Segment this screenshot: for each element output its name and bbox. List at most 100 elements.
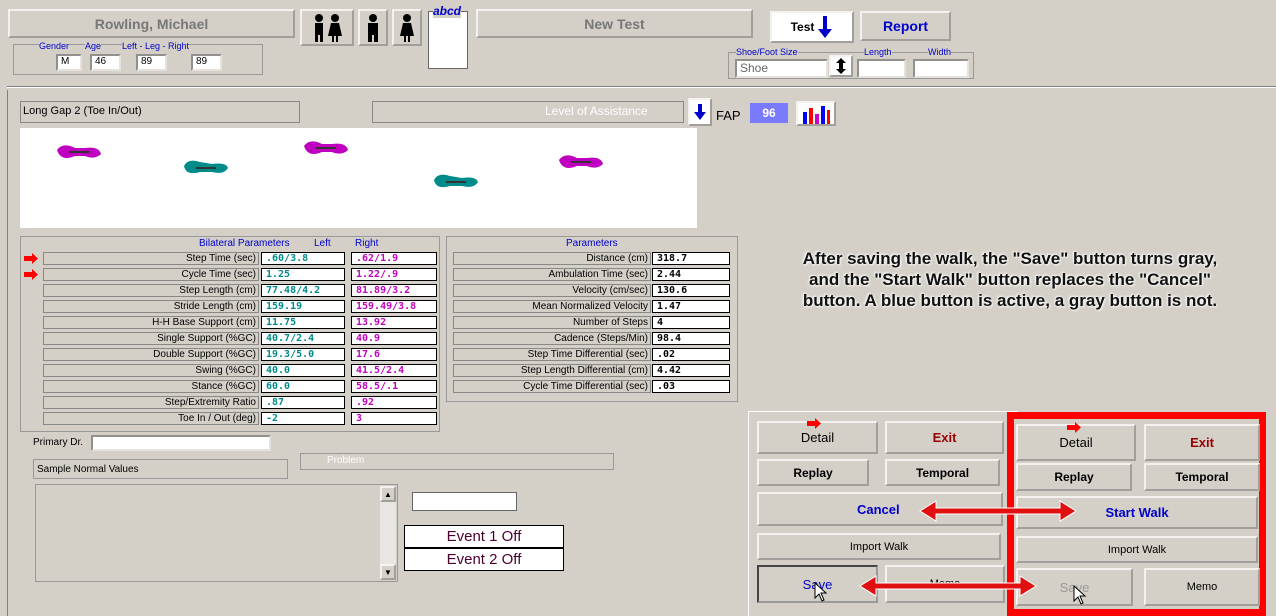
marker-arrow-icon bbox=[24, 269, 38, 280]
bilateral-label: Stride Length (cm) bbox=[43, 300, 259, 313]
parameter-value: 4 bbox=[652, 316, 730, 329]
parameter-value: .03 bbox=[652, 380, 730, 393]
footprint-left-icon bbox=[304, 141, 348, 154]
double-arrow-icon bbox=[919, 500, 1077, 522]
bilateral-label: Cycle Time (sec) bbox=[43, 268, 259, 281]
right-leg-field[interactable]: 89 bbox=[191, 54, 222, 71]
detail-label: Detail bbox=[800, 430, 835, 445]
import-walk-button-after[interactable]: Import Walk bbox=[1016, 536, 1258, 563]
notes-area[interactable] bbox=[35, 484, 398, 582]
parameter-value: .02 bbox=[652, 348, 730, 361]
woman-icon bbox=[400, 13, 414, 42]
bilateral-label: H-H Base Support (cm) bbox=[43, 316, 259, 329]
left-header: Left bbox=[314, 238, 331, 249]
bilateral-label: Toe In / Out (deg) bbox=[43, 412, 259, 425]
assistance-dropdown[interactable] bbox=[688, 98, 712, 126]
bilateral-label: Step Time (sec) bbox=[43, 252, 259, 265]
left-value: 159.19 bbox=[261, 300, 345, 313]
right-value: 1.22/.9 bbox=[351, 268, 437, 281]
event-input[interactable] bbox=[412, 492, 517, 511]
event1-box[interactable]: Event 1 Off bbox=[404, 525, 564, 548]
parameter-label: Step Time Differential (sec) bbox=[453, 348, 651, 361]
arrow-down-icon bbox=[818, 16, 833, 38]
temporal-button[interactable]: Temporal bbox=[885, 459, 1000, 486]
right-value: 159.49/3.8 bbox=[351, 300, 437, 313]
scroll-down-button[interactable]: ▼ bbox=[380, 564, 396, 580]
footprint-panel bbox=[20, 128, 697, 228]
cursor-icon bbox=[1073, 585, 1087, 605]
couple-icon-button[interactable] bbox=[300, 9, 354, 46]
exit-button[interactable]: Exit bbox=[885, 421, 1004, 454]
bilateral-label: Single Support (%GC) bbox=[43, 332, 259, 345]
test-title-field: Long Gap 2 (Toe In/Out) bbox=[20, 101, 300, 123]
right-value: .92 bbox=[351, 396, 437, 409]
left-value: 40.7/2.4 bbox=[261, 332, 345, 345]
marker-arrow-icon bbox=[24, 253, 38, 264]
parameter-label: Mean Normalized Velocity bbox=[453, 300, 651, 313]
replay-button[interactable]: Replay bbox=[757, 459, 869, 486]
right-value: 41.5/2.4 bbox=[351, 364, 437, 377]
abcd-label: abcd bbox=[433, 4, 462, 18]
bilateral-label: Stance (%GC) bbox=[43, 380, 259, 393]
new-test-button[interactable]: New Test bbox=[476, 9, 753, 38]
fap-label: FAP bbox=[716, 108, 741, 123]
parameters-title: Parameters bbox=[566, 238, 618, 249]
bilateral-label: Step/Extremity Ratio bbox=[43, 396, 259, 409]
parameter-label: Cadence (Steps/Min) bbox=[453, 332, 651, 345]
shoe-spinner[interactable] bbox=[829, 55, 853, 77]
right-value: 40.9 bbox=[351, 332, 437, 345]
leg-label: Left - Leg - Right bbox=[122, 41, 190, 51]
left-value: .60/3.8 bbox=[261, 252, 345, 265]
chart-button[interactable] bbox=[796, 101, 836, 126]
man-icon-button[interactable] bbox=[358, 9, 388, 46]
width-label: Width bbox=[928, 47, 952, 57]
left-value: 77.48/4.2 bbox=[261, 284, 345, 297]
abcd-box[interactable] bbox=[428, 11, 468, 69]
arrow-down-icon bbox=[694, 104, 706, 120]
scroll-up-button[interactable]: ▲ bbox=[380, 486, 396, 502]
footprint-right-icon bbox=[184, 160, 228, 174]
primary-dr-field[interactable] bbox=[91, 435, 271, 451]
left-leg-field[interactable]: 89 bbox=[136, 54, 167, 71]
exit-button-after[interactable]: Exit bbox=[1144, 424, 1260, 461]
couple-icon bbox=[315, 13, 342, 42]
age-field[interactable]: 46 bbox=[90, 54, 121, 71]
normals-field: Sample Normal Values bbox=[33, 459, 288, 479]
left-value: -2 bbox=[261, 412, 345, 425]
test-label: Test bbox=[790, 20, 815, 34]
detail-arrow-icon bbox=[1067, 422, 1081, 433]
left-value: 19.3/5.0 bbox=[261, 348, 345, 361]
gender-field[interactable]: M bbox=[56, 54, 82, 71]
report-button[interactable]: Report bbox=[860, 11, 951, 41]
memo-button-after[interactable]: Memo bbox=[1144, 568, 1260, 606]
annotation-text: After saving the walk, the "Save" button… bbox=[802, 249, 1218, 310]
assistance-label: Level of Assistance bbox=[545, 104, 648, 118]
temporal-button-after[interactable]: Temporal bbox=[1144, 463, 1260, 491]
shoe-field[interactable]: Shoe bbox=[735, 59, 828, 78]
width-field[interactable] bbox=[913, 59, 969, 78]
bilateral-title: Bilateral Parameters bbox=[199, 238, 290, 249]
up-down-arrow-icon bbox=[836, 58, 846, 74]
parameter-value: 130.6 bbox=[652, 284, 730, 297]
primary-dr-label: Primary Dr. bbox=[33, 437, 83, 448]
parameter-label: Step Length Differential (cm) bbox=[453, 364, 651, 377]
left-value: .87 bbox=[261, 396, 345, 409]
patient-name-button[interactable]: Rowling, Michael bbox=[8, 9, 295, 38]
woman-icon-button[interactable] bbox=[392, 9, 422, 46]
problem-field[interactable] bbox=[300, 453, 614, 470]
right-value: 17.6 bbox=[351, 348, 437, 361]
parameter-label: Cycle Time Differential (sec) bbox=[453, 380, 651, 393]
right-value: 58.5/.1 bbox=[351, 380, 437, 393]
man-icon bbox=[368, 13, 378, 42]
import-walk-button[interactable]: Import Walk bbox=[757, 533, 1001, 560]
parameter-value: 2.44 bbox=[652, 268, 730, 281]
left-value: 40.0 bbox=[261, 364, 345, 377]
replay-button-after[interactable]: Replay bbox=[1016, 463, 1132, 491]
event2-box[interactable]: Event 2 Off bbox=[404, 548, 564, 571]
left-value: 60.0 bbox=[261, 380, 345, 393]
parameter-label: Distance (cm) bbox=[453, 252, 651, 265]
length-field[interactable] bbox=[857, 59, 906, 78]
parameter-label: Ambulation Time (sec) bbox=[453, 268, 651, 281]
test-button[interactable]: Test bbox=[770, 11, 854, 43]
bar-chart-icon bbox=[803, 105, 830, 124]
